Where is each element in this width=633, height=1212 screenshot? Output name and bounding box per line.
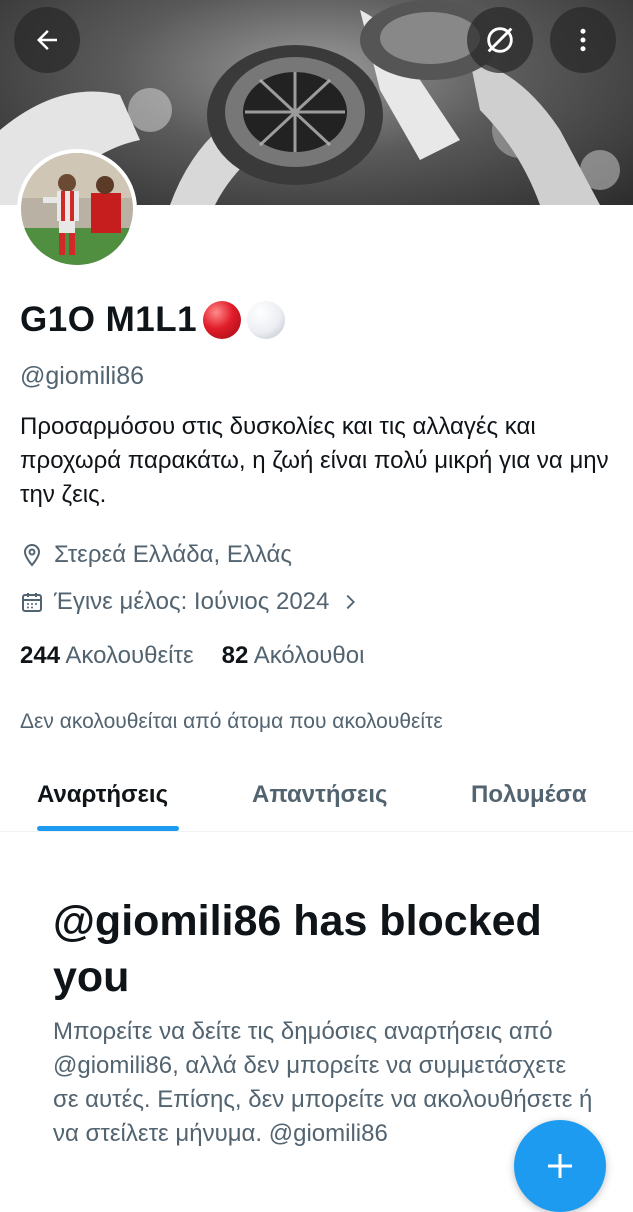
slash-circle-icon xyxy=(487,27,513,53)
calendar-icon xyxy=(22,593,42,612)
display-name-text: G1O M1L1 xyxy=(20,300,198,339)
tab-replies[interactable]: Απαντήσεις xyxy=(252,781,387,809)
plus-icon xyxy=(548,1154,572,1178)
tab-posts[interactable]: Αναρτήσεις xyxy=(37,781,168,809)
red-circle-emoji xyxy=(203,301,242,339)
joined-text: Έγινε μέλος: Ιούνιος 2024 xyxy=(54,588,330,615)
more-vertical-icon xyxy=(580,28,586,52)
following-label: Ακολουθείτε xyxy=(65,642,194,669)
follow-stats: 244 Ακολουθείτε 82 Ακόλουθοι xyxy=(20,642,364,670)
display-name: G1O M1L1 xyxy=(20,300,286,340)
chevron-right-icon xyxy=(346,594,356,610)
avatar-image xyxy=(21,153,133,265)
profile-bio: Προσαρμόσου στις δυσκολίες και τις αλλαγ… xyxy=(20,413,609,508)
blocked-description: Μπορείτε να δείτε τις δημόσιες αναρτήσει… xyxy=(53,1018,593,1147)
followers-label: Ακόλουθοι xyxy=(253,642,365,669)
more-button[interactable] xyxy=(550,7,616,73)
not-followed-text: Δεν ακολουθείται από άτομα που ακολουθεί… xyxy=(20,710,443,733)
joined-row[interactable]: Έγινε μέλος: Ιούνιος 2024 xyxy=(20,588,361,616)
tab-media[interactable]: Πολυμέσα xyxy=(471,781,587,809)
white-circle-emoji xyxy=(247,301,286,339)
location-pin-icon xyxy=(23,543,41,567)
following-link[interactable]: 244 Ακολουθείτε xyxy=(20,642,194,670)
location-row: Στερεά Ελλάδα, Ελλάς xyxy=(20,541,292,569)
location-text: Στερεά Ελλάδα, Ελλάς xyxy=(54,541,292,568)
following-count: 244 xyxy=(20,642,61,669)
blocked-title: @giomili86 has blocked you xyxy=(53,897,542,1001)
grok-button[interactable] xyxy=(467,7,533,73)
arrow-left-icon xyxy=(37,30,57,50)
active-tab-indicator xyxy=(37,826,179,831)
followers-count: 82 xyxy=(221,642,249,669)
followers-link[interactable]: 82 Ακόλουθοι xyxy=(222,642,365,670)
back-button[interactable] xyxy=(14,7,80,73)
profile-handle: @giomili86 xyxy=(20,362,145,390)
profile-tabs: Αναρτήσεις Απαντήσεις Πολυμέσα xyxy=(0,765,633,832)
avatar[interactable] xyxy=(17,149,137,269)
compose-button[interactable] xyxy=(514,1120,606,1212)
